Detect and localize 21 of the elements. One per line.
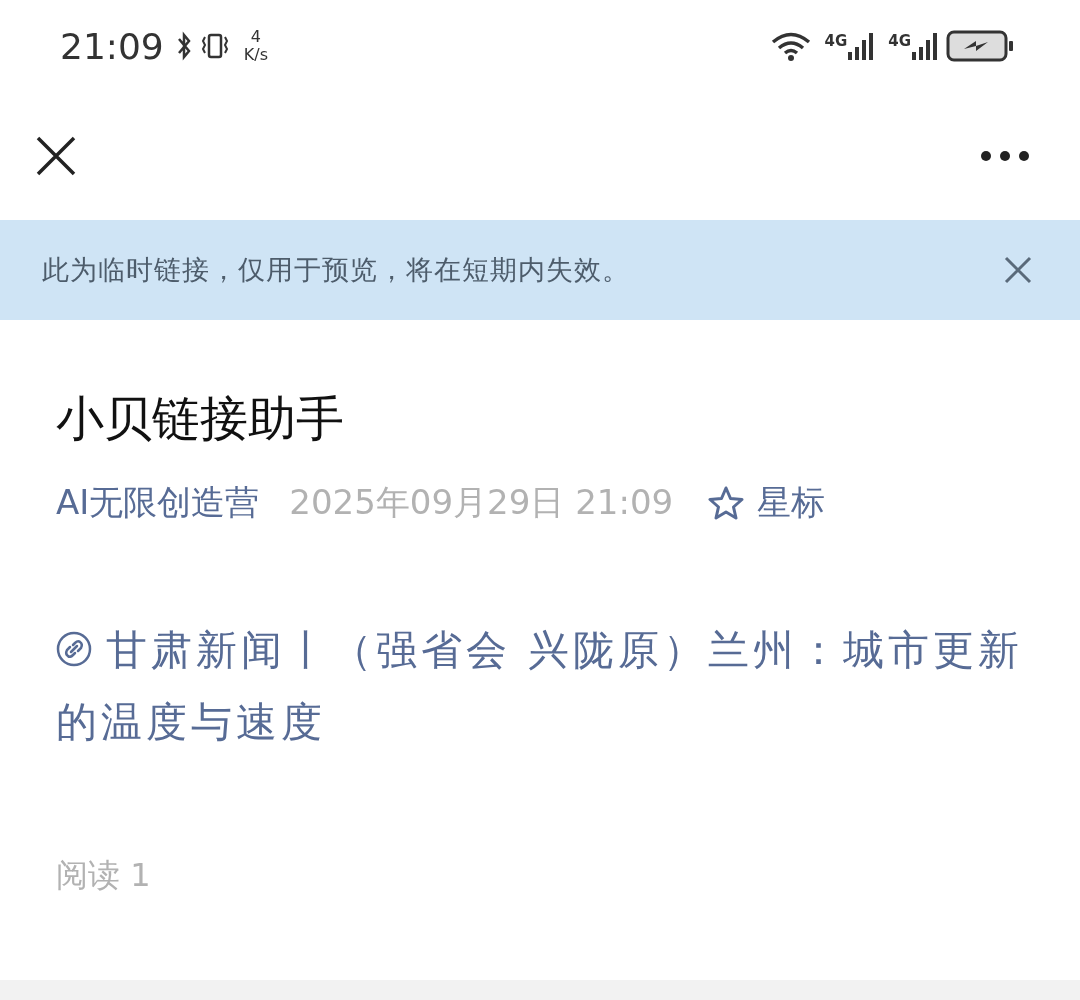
signal-icon (912, 32, 938, 60)
battery-icon (946, 29, 1016, 63)
network-label: 4G (824, 32, 848, 50)
link-icon (56, 631, 92, 667)
network-speed: 4 K/s (243, 28, 268, 64)
close-icon[interactable] (36, 136, 76, 176)
star-icon (707, 485, 746, 521)
read-count: 阅读 1 (56, 855, 152, 896)
notice-text: 此为临时链接，仅用于预览，将在短期内失效。 (42, 253, 630, 287)
vibrate-icon (199, 31, 230, 61)
status-time: 21:09 (60, 25, 164, 67)
bluetooth-icon (175, 31, 192, 61)
star-button[interactable]: 星标 (707, 480, 826, 526)
account-name[interactable]: AI无限创造营 (56, 480, 260, 526)
article-title: 小贝链接助手 (56, 389, 345, 448)
more-icon[interactable] (980, 150, 1030, 162)
publish-date: 2025年09月29日 21:09 (289, 481, 674, 524)
network-label: 4G (888, 32, 911, 50)
signal-icon (848, 32, 875, 60)
wifi-icon (770, 31, 811, 61)
article-link[interactable]: 甘肃新闻丨（强省会 兴陇原）兰州：城市更新的温度与速度 (56, 614, 1024, 758)
